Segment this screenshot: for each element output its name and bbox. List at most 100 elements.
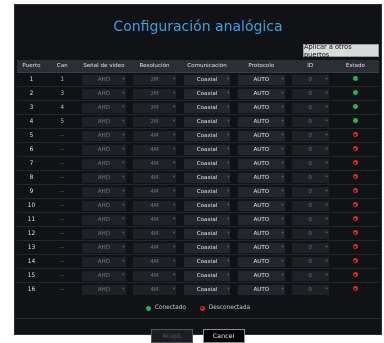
video-signal-select[interactable]: AHD ▾: [82, 88, 126, 99]
protocol-value: AUTO: [253, 216, 270, 223]
protocol-select[interactable]: AUTO ▾: [237, 158, 285, 169]
status-cell: [331, 240, 379, 255]
resolution-select[interactable]: 4M ▾: [132, 228, 177, 239]
resolution-select[interactable]: 2M ▾: [132, 74, 177, 85]
video-signal-select[interactable]: AHD ▾: [82, 186, 126, 197]
communication-select[interactable]: Coaxial ▾: [183, 116, 231, 127]
id-select[interactable]: 0 ▾: [291, 200, 329, 211]
protocol-select[interactable]: AUTO ▾: [237, 270, 285, 281]
video-signal-select[interactable]: AHD ▾: [82, 270, 126, 281]
video-signal-value: AHD: [97, 104, 111, 111]
id-select[interactable]: 0 ▾: [291, 256, 329, 267]
protocol-select[interactable]: AUTO ▾: [237, 144, 285, 155]
chevron-down-icon: ▾: [281, 118, 284, 124]
communication-select[interactable]: Coaxial ▾: [183, 228, 231, 239]
chevron-down-icon: ▾: [281, 160, 284, 166]
protocol-select[interactable]: AUTO ▾: [237, 88, 285, 99]
protocol-select[interactable]: AUTO ▾: [237, 172, 285, 183]
resolution-select[interactable]: 4M ▾: [132, 200, 177, 211]
id-select[interactable]: 0 ▾: [291, 88, 329, 99]
video-signal-cell: AHD ▾: [78, 100, 130, 115]
video-signal-select[interactable]: AHD ▾: [82, 130, 126, 141]
protocol-select[interactable]: AUTO ▾: [237, 256, 285, 267]
protocol-select[interactable]: AUTO ▾: [237, 130, 285, 141]
video-signal-select[interactable]: AHD ▾: [82, 228, 126, 239]
status-legend: Conectado Desconectada: [15, 305, 381, 313]
protocol-select[interactable]: AUTO ▾: [237, 186, 285, 197]
video-signal-select[interactable]: AHD ▾: [82, 172, 126, 183]
id-select[interactable]: 0 ▾: [291, 284, 329, 295]
resolution-value: 4M: [150, 146, 159, 153]
accept-button[interactable]: Acept.: [151, 329, 194, 343]
resolution-select[interactable]: 4M ▾: [132, 256, 177, 267]
resolution-select[interactable]: 4M ▾: [132, 270, 177, 281]
video-signal-select[interactable]: AHD ▾: [82, 158, 126, 169]
id-select[interactable]: 0 ▾: [291, 270, 329, 281]
resolution-select[interactable]: 4M ▾: [132, 158, 177, 169]
resolution-select[interactable]: 4M ▾: [132, 144, 177, 155]
id-cell: 0 ▾: [288, 72, 332, 87]
communication-select[interactable]: Coaxial ▾: [183, 74, 231, 85]
communication-select[interactable]: Coaxial ▾: [183, 284, 231, 295]
communication-select[interactable]: Coaxial ▾: [183, 214, 231, 225]
resolution-select[interactable]: 4M ▾: [132, 284, 177, 295]
video-signal-select[interactable]: AHD ▾: [82, 116, 126, 127]
communication-select[interactable]: Coaxial ▾: [183, 144, 231, 155]
protocol-select[interactable]: AUTO ▾: [237, 214, 285, 225]
communication-select[interactable]: Coaxial ▾: [183, 256, 231, 267]
id-select[interactable]: 0 ▾: [291, 102, 329, 113]
header-video-signal: Señal de video: [78, 60, 130, 73]
header-protocol: Protocolo: [234, 60, 289, 73]
resolution-select[interactable]: 4M ▾: [132, 186, 177, 197]
id-select[interactable]: 0 ▾: [291, 228, 329, 239]
id-select[interactable]: 0 ▾: [291, 214, 329, 225]
id-select[interactable]: 0 ▾: [291, 144, 329, 155]
apply-to-other-ports-button[interactable]: Aplicar a otros puertos: [303, 43, 379, 59]
id-select[interactable]: 0 ▾: [291, 172, 329, 183]
resolution-cell: 4M ▾: [129, 212, 180, 227]
id-select[interactable]: 0 ▾: [291, 116, 329, 127]
video-signal-select[interactable]: AHD ▾: [82, 242, 126, 253]
protocol-select[interactable]: AUTO ▾: [237, 284, 285, 295]
communication-select[interactable]: Coaxial ▾: [183, 158, 231, 169]
communication-select[interactable]: Coaxial ▾: [183, 130, 231, 141]
protocol-select[interactable]: AUTO ▾: [237, 228, 285, 239]
id-select[interactable]: 0 ▾: [291, 130, 329, 141]
id-select[interactable]: 0 ▾: [291, 74, 329, 85]
communication-select[interactable]: Coaxial ▾: [183, 242, 231, 253]
id-select[interactable]: 0 ▾: [291, 158, 329, 169]
protocol-select[interactable]: AUTO ▾: [237, 116, 285, 127]
cancel-button[interactable]: Cancel: [202, 329, 245, 343]
communication-select[interactable]: Coaxial ▾: [183, 270, 231, 281]
communication-select[interactable]: Coaxial ▾: [183, 172, 231, 183]
protocol-select[interactable]: AUTO ▾: [237, 242, 285, 253]
video-signal-select[interactable]: AHD ▾: [82, 200, 126, 211]
video-signal-select[interactable]: AHD ▾: [82, 102, 126, 113]
video-signal-select[interactable]: AHD ▾: [82, 144, 126, 155]
communication-select[interactable]: Coaxial ▾: [183, 186, 231, 197]
id-select[interactable]: 0 ▾: [291, 186, 329, 197]
communication-select[interactable]: Coaxial ▾: [183, 88, 231, 99]
resolution-select[interactable]: 2M ▾: [132, 102, 177, 113]
resolution-select[interactable]: 4M ▾: [132, 242, 177, 253]
connected-icon: [145, 305, 151, 311]
video-signal-select[interactable]: AHD ▾: [82, 256, 126, 267]
resolution-select[interactable]: 4M ▾: [132, 130, 177, 141]
communication-select[interactable]: Coaxial ▾: [183, 200, 231, 211]
protocol-select[interactable]: AUTO ▾: [237, 74, 285, 85]
video-signal-select[interactable]: AHD ▾: [82, 284, 126, 295]
table-row: 10 -- AHD ▾ 4M ▾ Coaxial ▾ AUTO ▾ 0 ▾: [17, 198, 379, 213]
video-signal-select[interactable]: AHD ▾: [82, 214, 126, 225]
resolution-select[interactable]: 4M ▾: [132, 214, 177, 225]
protocol-select[interactable]: AUTO ▾: [237, 102, 285, 113]
id-select[interactable]: 0 ▾: [291, 242, 329, 253]
resolution-select[interactable]: 4M ▾: [132, 172, 177, 183]
resolution-select[interactable]: 2M ▾: [132, 116, 177, 127]
video-signal-select[interactable]: AHD ▾: [82, 74, 126, 85]
protocol-select[interactable]: AUTO ▾: [237, 200, 285, 211]
chevron-down-icon: ▾: [173, 244, 176, 250]
communication-select[interactable]: Coaxial ▾: [183, 102, 231, 113]
chevron-down-icon: ▾: [227, 216, 230, 222]
resolution-select[interactable]: 2M ▾: [132, 88, 177, 99]
chevron-down-icon: ▾: [227, 76, 230, 82]
